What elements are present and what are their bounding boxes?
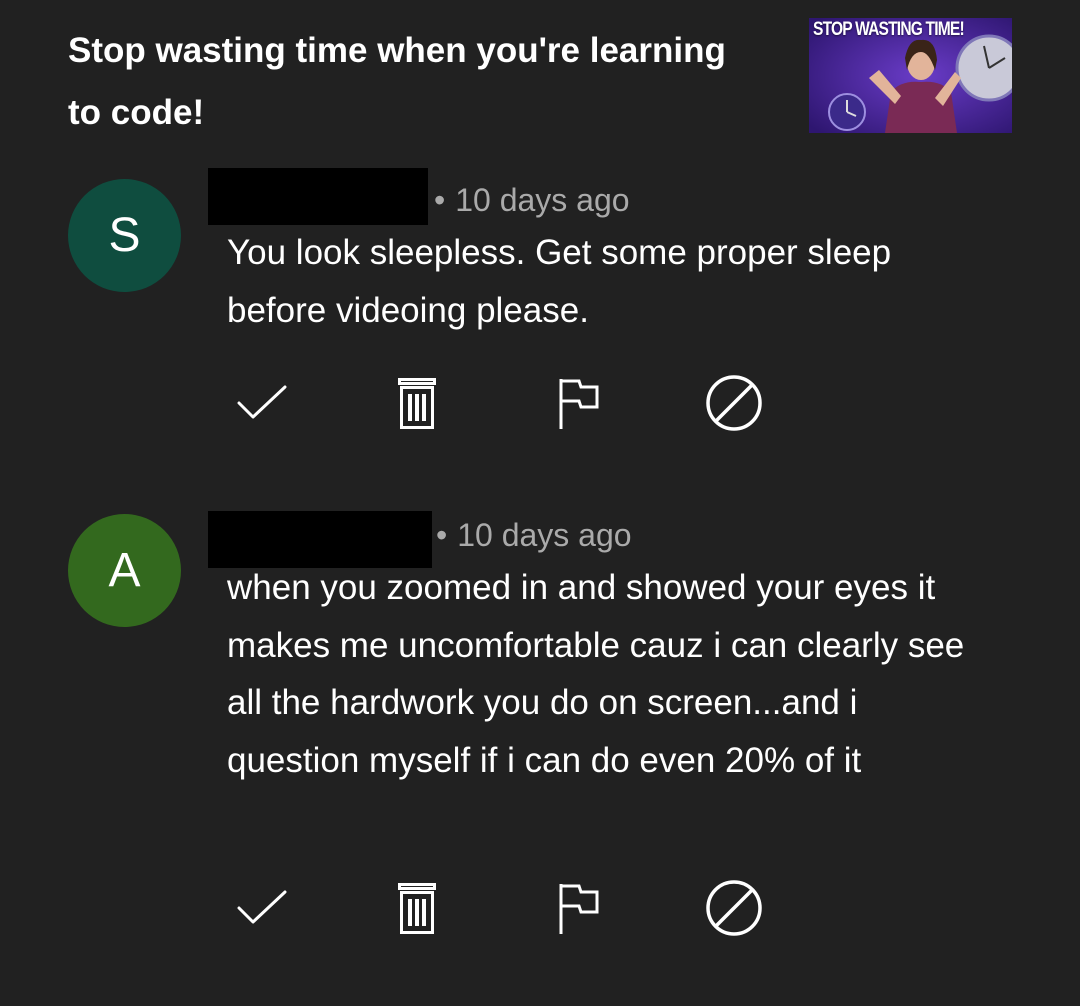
flag-icon [559, 379, 599, 429]
comment-text: when you zoomed in and showed your eyes … [227, 568, 965, 780]
redacted-username [208, 168, 428, 225]
check-icon [237, 385, 287, 419]
avatar-letter: S [108, 209, 141, 262]
comment-actions [0, 873, 1080, 943]
trash-icon [398, 883, 436, 934]
comment-actions [0, 368, 1080, 438]
avatar[interactable]: A [68, 514, 181, 627]
comment-meta: • 10 days ago [434, 180, 630, 220]
hide-user-button[interactable] [699, 368, 769, 438]
block-icon [706, 880, 762, 936]
trash-icon [398, 378, 436, 429]
video-thumbnail[interactable]: STOP WASTING TIME! [809, 18, 1012, 133]
approve-button[interactable] [226, 873, 296, 943]
approve-button[interactable] [226, 368, 296, 438]
comment-time: 10 days ago [457, 517, 632, 553]
comment-meta: • 10 days ago [436, 515, 632, 555]
thumbnail-text: STOP WASTING TIME! [813, 19, 965, 40]
avatar-letter: A [108, 544, 141, 597]
flag-icon [559, 884, 599, 934]
delete-button[interactable] [382, 873, 452, 943]
report-button[interactable] [542, 368, 612, 438]
report-button[interactable] [542, 873, 612, 943]
comment-text: You look sleepless. Get some proper slee… [227, 233, 892, 330]
block-icon [706, 375, 762, 431]
delete-button[interactable] [382, 368, 452, 438]
comment-time: 10 days ago [455, 182, 630, 218]
separator-dot: • [436, 517, 448, 553]
avatar[interactable]: S [68, 179, 181, 292]
separator-dot: • [434, 182, 446, 218]
hide-user-button[interactable] [699, 873, 769, 943]
check-icon [237, 890, 287, 924]
video-title[interactable]: Stop wasting time when you're learning t… [68, 20, 748, 144]
